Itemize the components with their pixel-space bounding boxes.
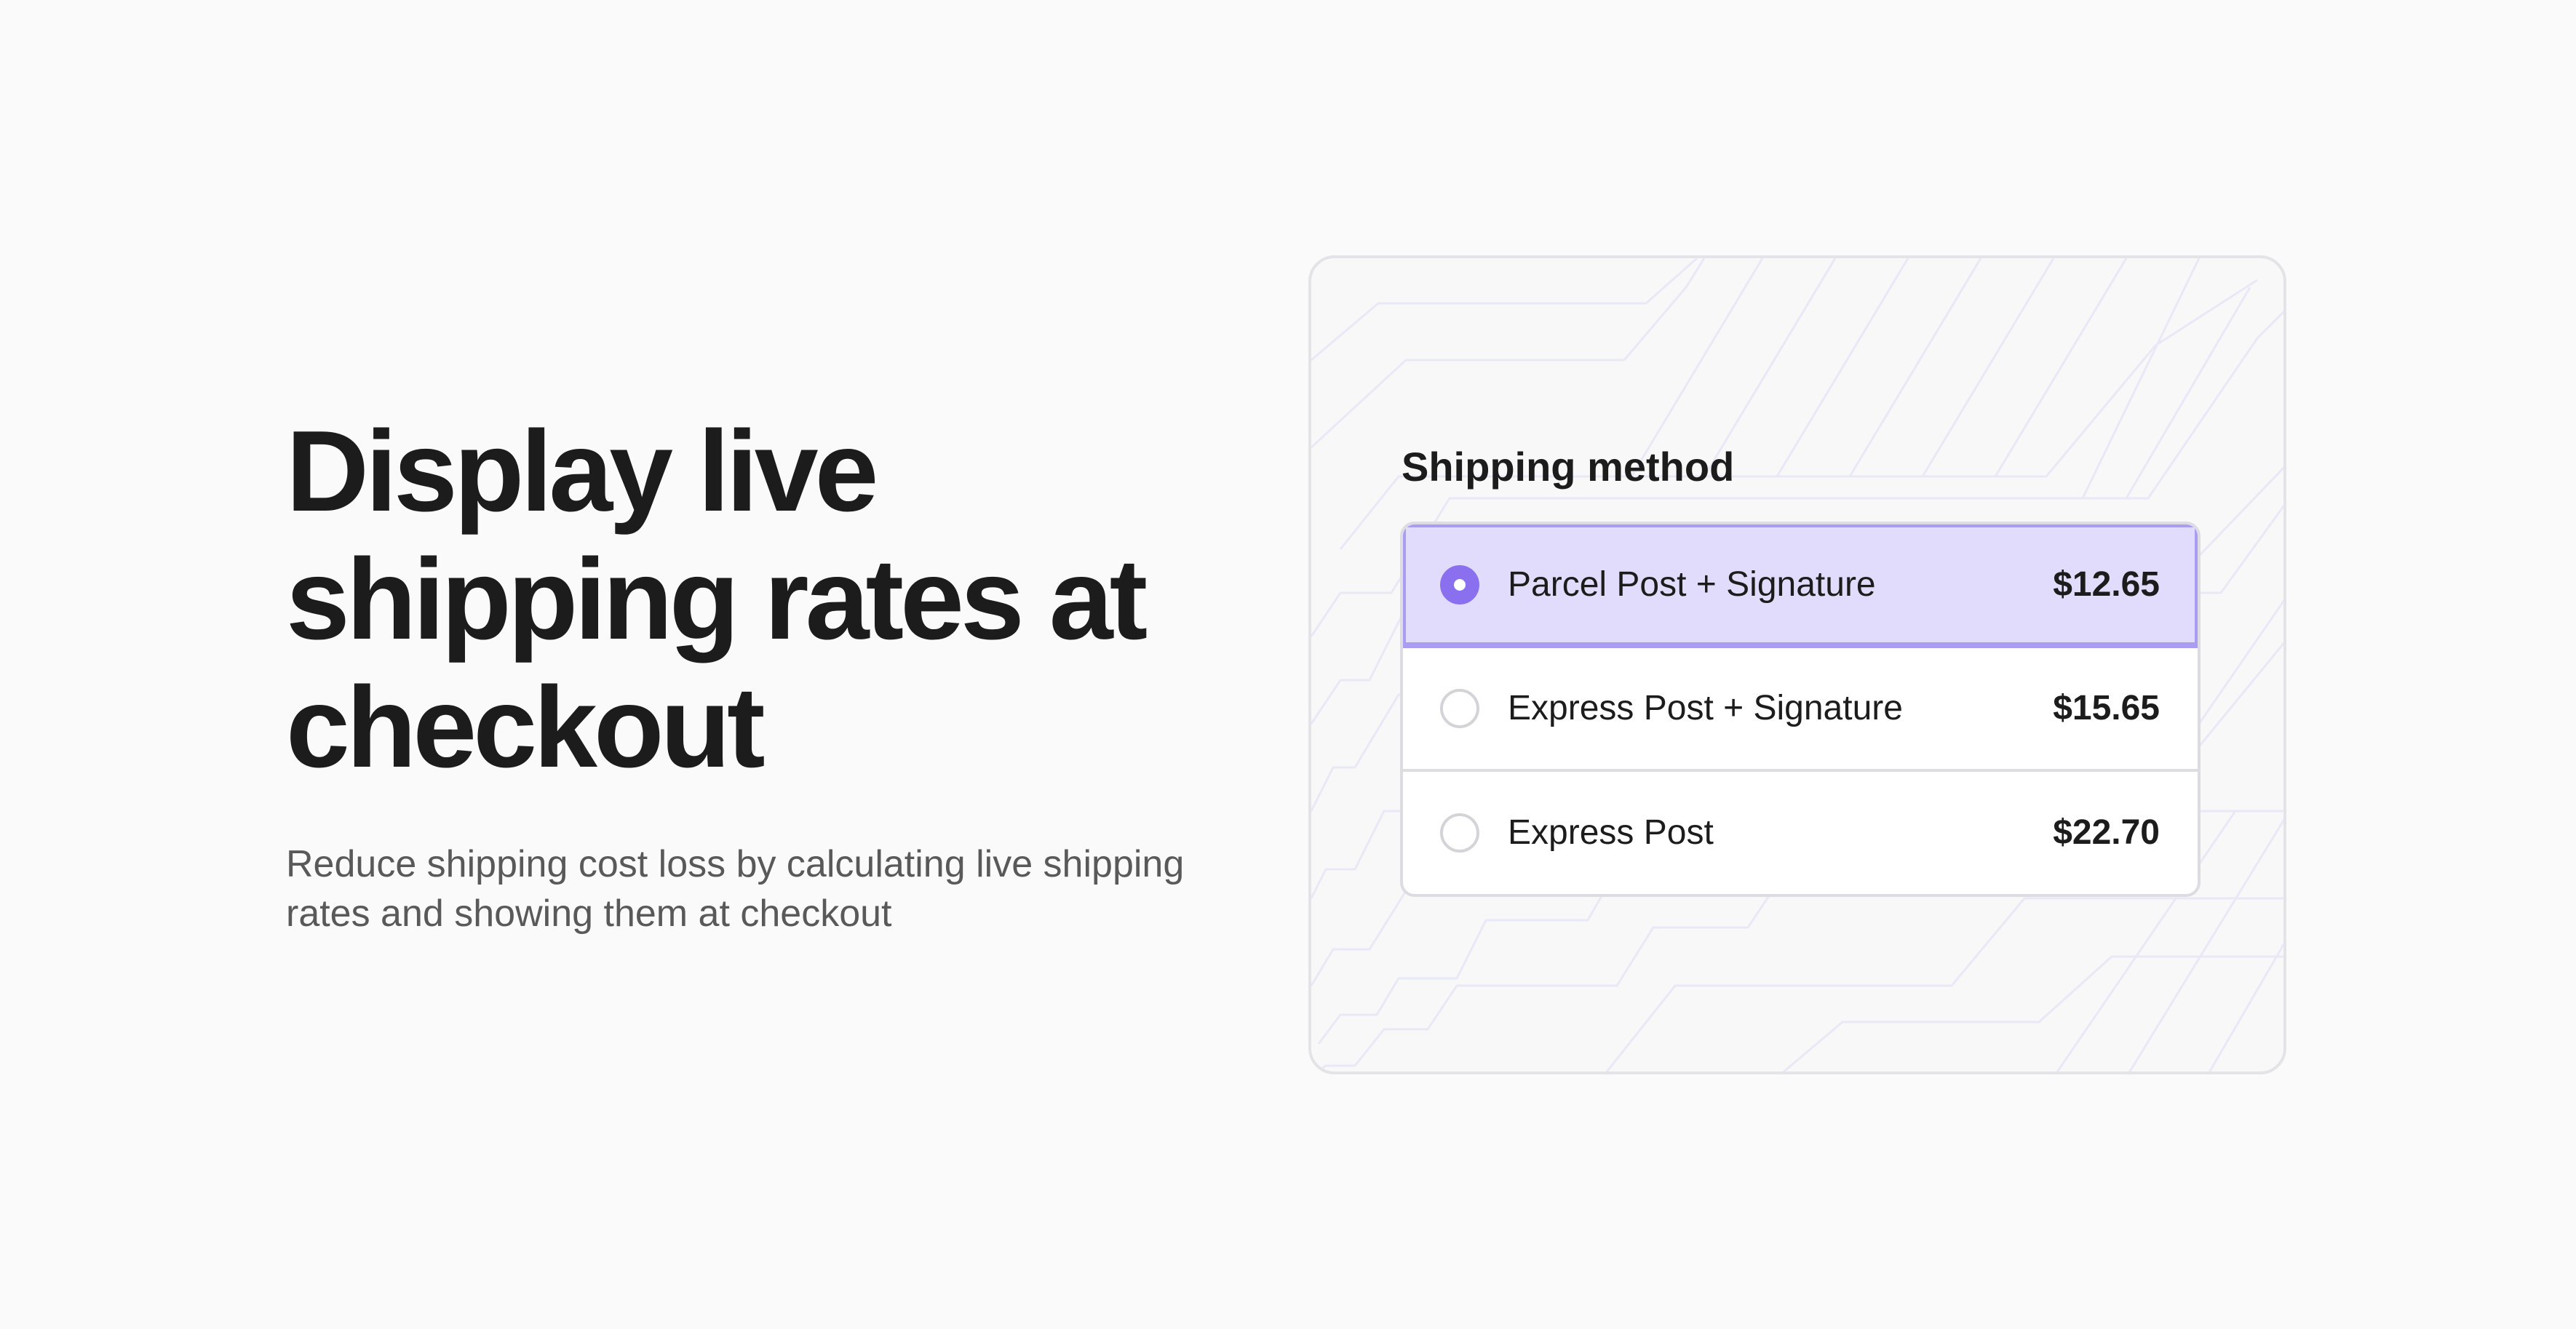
shipping-option-price: $22.70 (2053, 813, 2160, 852)
shipping-option-label: Parcel Post + Signature (1508, 565, 1876, 604)
radio-selected-icon[interactable] (1440, 565, 1479, 604)
hero-section: Display live shipping rates at checkout … (286, 407, 1305, 938)
shipping-option-express-post[interactable]: Express Post $22.70 (1403, 772, 2198, 894)
shipping-option-price: $12.65 (2053, 565, 2160, 604)
radio-unselected-icon[interactable] (1440, 689, 1479, 728)
shipping-method-title: Shipping method (1402, 444, 1735, 490)
shipping-options-list: Parcel Post + Signature $12.65 Express P… (1400, 522, 2201, 897)
page-title: Display live shipping rates at checkout (286, 407, 1148, 791)
shipping-option-label: Express Post + Signature (1508, 689, 1903, 727)
shipping-option-label: Express Post (1508, 813, 1714, 852)
shipping-method-card: Shipping method Parcel Post + Signature … (1308, 255, 2286, 1074)
page-subtitle: Reduce shipping cost loss by calculating… (286, 843, 1185, 935)
radio-unselected-icon[interactable] (1440, 813, 1479, 853)
shipping-option-express-post-signature[interactable]: Express Post + Signature $15.65 (1403, 648, 2198, 772)
shipping-option-price: $15.65 (2053, 689, 2160, 727)
shipping-option-parcel-post-signature[interactable]: Parcel Post + Signature $12.65 (1403, 524, 2198, 648)
